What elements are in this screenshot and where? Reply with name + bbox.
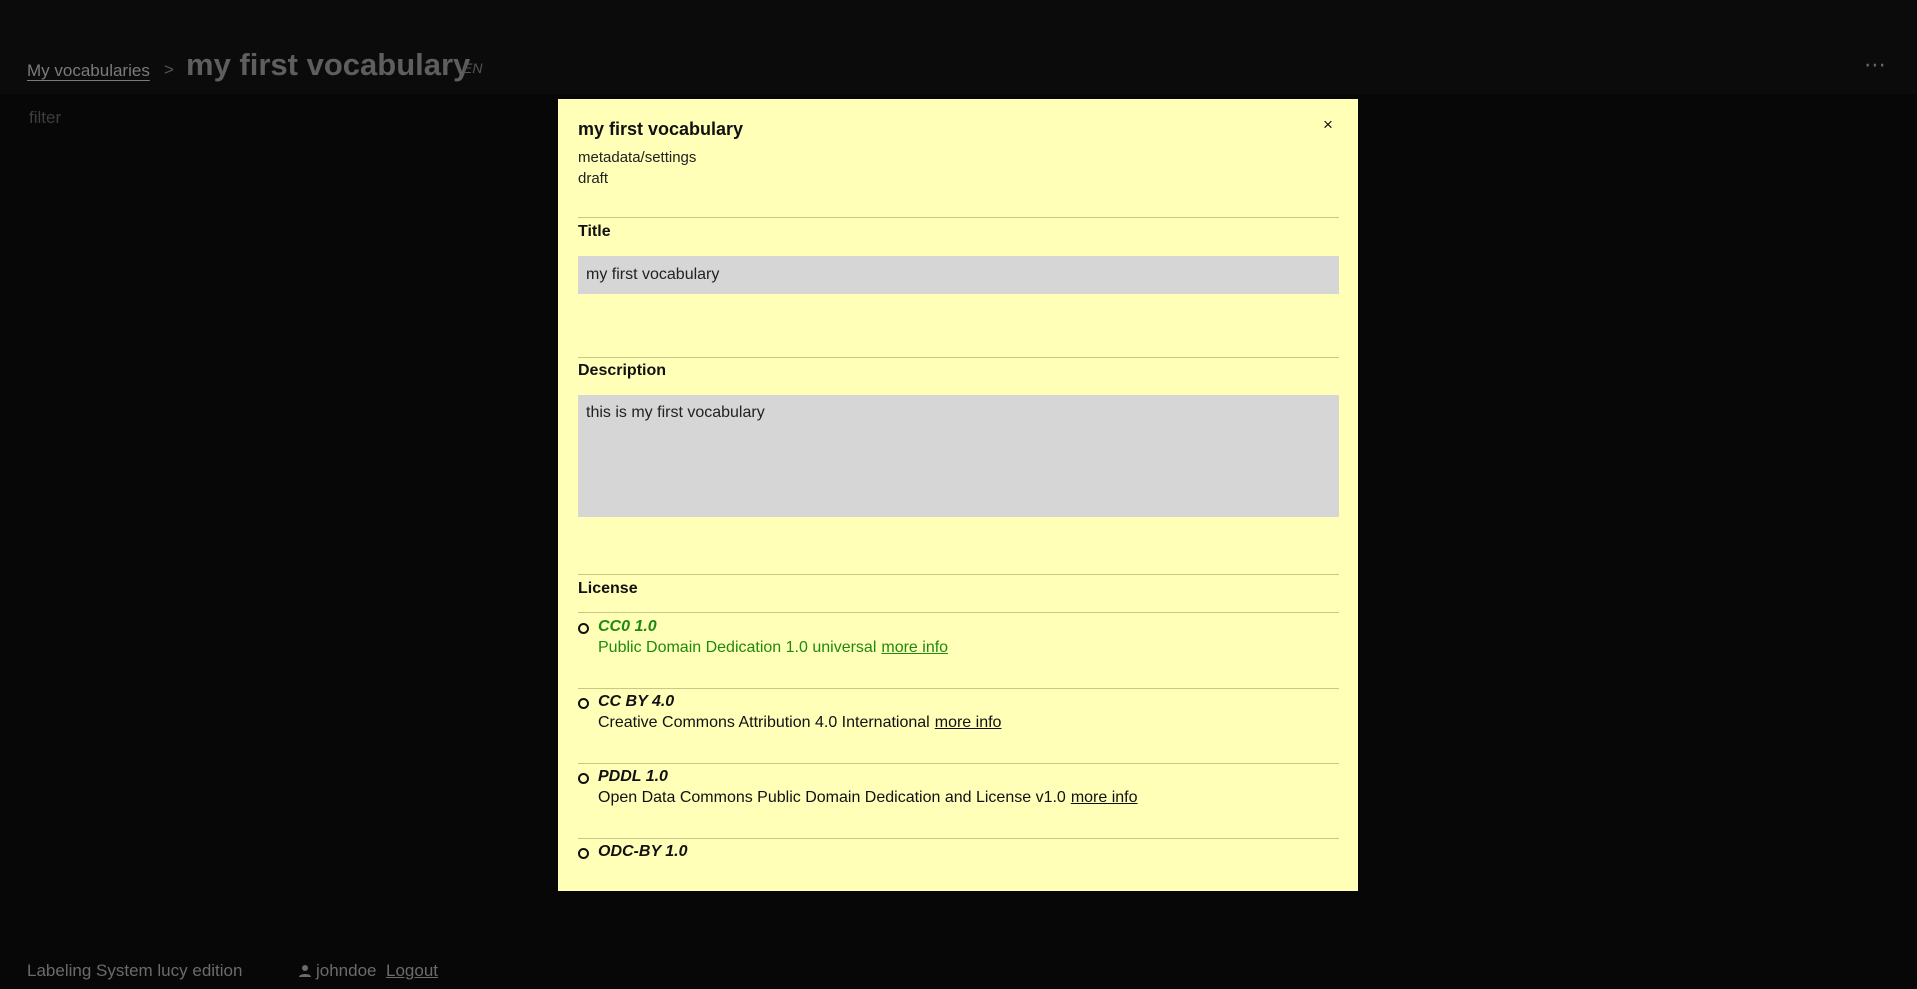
- app-header: My vocabularies > my first vocabulary EN…: [0, 0, 1917, 94]
- license-name: CC0 1.0: [598, 618, 657, 635]
- page-title: my first vocabulary: [186, 47, 471, 82]
- radio-button[interactable]: [578, 848, 589, 859]
- title-field[interactable]: [578, 256, 1339, 294]
- divider: [578, 574, 1339, 575]
- metadata-settings-dialog: my first vocabulary × metadata/settings …: [558, 99, 1358, 891]
- description-label: Description: [578, 362, 667, 379]
- breadcrumb-separator: >: [164, 60, 174, 79]
- license-option-pddl[interactable]: PDDL 1.0 Open Data Commons Public Domain…: [578, 764, 1339, 838]
- license-option-cc-by[interactable]: CC BY 4.0 Creative Commons Attribution 4…: [578, 689, 1339, 763]
- radio-button[interactable]: [578, 623, 589, 634]
- user-icon: [299, 965, 311, 977]
- license-description: Open Data Commons Public Domain Dedicati…: [598, 789, 1138, 806]
- radio-button[interactable]: [578, 698, 589, 709]
- close-icon[interactable]: ×: [1323, 115, 1333, 135]
- username: johndoe: [316, 961, 377, 980]
- license-label: License: [578, 580, 638, 597]
- license-option-odc-by[interactable]: ODC-BY 1.0: [578, 839, 1339, 889]
- license-name: ODC-BY 1.0: [598, 843, 688, 860]
- more-info-link[interactable]: more info: [1071, 789, 1138, 806]
- license-name: CC BY 4.0: [598, 693, 675, 710]
- language-badge: EN: [463, 60, 483, 76]
- footer-app-name: Labeling System lucy edition: [27, 961, 243, 980]
- license-description: Creative Commons Attribution 4.0 Interna…: [598, 714, 1002, 731]
- divider: [578, 217, 1339, 218]
- license-option-cc0[interactable]: CC0 1.0 Public Domain Dedication 1.0 uni…: [578, 614, 1339, 688]
- divider: [578, 357, 1339, 358]
- license-name: PDDL 1.0: [598, 768, 668, 785]
- logout-link[interactable]: Logout: [386, 961, 438, 981]
- breadcrumb-my-vocabularies[interactable]: My vocabularies: [27, 61, 150, 81]
- status-label: draft: [578, 170, 609, 187]
- dialog-subtitle: metadata/settings: [578, 149, 697, 166]
- more-info-link[interactable]: more info: [935, 714, 1002, 731]
- license-description: Public Domain Dedication 1.0 universal mo…: [598, 639, 949, 656]
- title-label: Title: [578, 223, 611, 240]
- more-info-link[interactable]: more info: [881, 639, 948, 656]
- filter-input[interactable]: [27, 106, 231, 130]
- divider: [578, 612, 1339, 613]
- radio-button[interactable]: [578, 773, 589, 784]
- footer-user: johndoe: [298, 961, 377, 981]
- description-field[interactable]: this is my first vocabulary: [578, 395, 1339, 517]
- more-options-icon[interactable]: ⋯: [1864, 52, 1887, 78]
- dialog-title: my first vocabulary: [578, 119, 744, 139]
